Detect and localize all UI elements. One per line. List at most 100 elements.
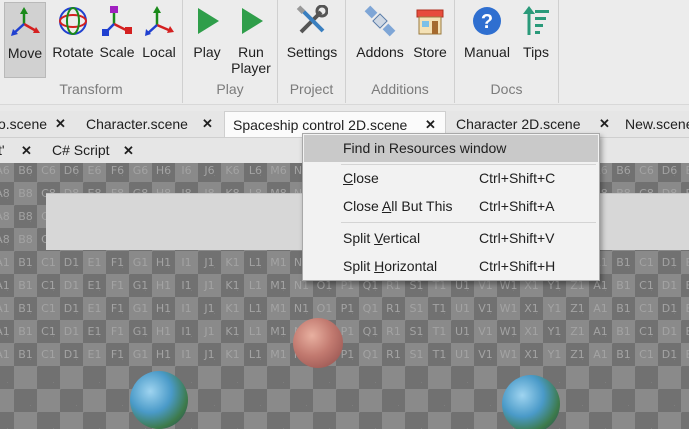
grid-cell-label: U1: [454, 302, 471, 315]
grid-cell-label: C1: [639, 279, 654, 292]
addons-button[interactable]: Addons: [352, 2, 408, 78]
tab-character-scene[interactable]: Character.scene ✕: [86, 111, 226, 137]
grid-cell-label: B1: [616, 256, 631, 269]
grid-cell-label: B6: [18, 164, 33, 177]
local-button[interactable]: Local: [138, 2, 180, 78]
grid-cell-label: V1: [478, 348, 493, 361]
play-label: Play: [193, 44, 221, 60]
grid-cell-label: K6: [225, 164, 240, 177]
store-button[interactable]: Store: [410, 2, 450, 78]
tab-context-menu: Find in Resources window Close Ctrl+Shif…: [302, 133, 600, 281]
shortcut-text: Ctrl+Shift+V: [479, 230, 555, 246]
tips-icon: [523, 6, 549, 35]
grid-cell-label: C1: [639, 302, 654, 315]
tab-o-scene[interactable]: o.scene ✕: [0, 111, 74, 137]
docs-group-label: Docs: [490, 81, 523, 97]
grid-cell-label: B1: [18, 279, 33, 292]
menu-item-label: Close All But This: [343, 198, 453, 214]
grid-cell-label: R1: [386, 348, 401, 361]
grid-cell-label: A1: [0, 256, 10, 269]
settings-button[interactable]: Settings: [282, 2, 342, 78]
grid-cell-label: O1: [316, 302, 333, 315]
transform-group-label: Transform: [59, 81, 123, 97]
grid-cell-label: G1: [132, 256, 149, 269]
tab-script-partial[interactable]: t' ✕: [0, 138, 42, 163]
grid-cell-label: Z1: [570, 348, 585, 361]
grid-cell-label: W1: [499, 325, 518, 338]
close-icon[interactable]: ✕: [599, 111, 610, 137]
project-group: Settings Project: [278, 0, 346, 103]
tips-button[interactable]: Tips: [517, 2, 555, 78]
rotate-gizmo-icon: [59, 7, 87, 35]
grid-cell-label: B8: [18, 187, 33, 200]
grid-cell-label: E1: [685, 302, 689, 315]
move-button[interactable]: Move: [4, 2, 46, 78]
menu-item-split-horizontal[interactable]: Split Horizontal Ctrl+Shift+H: [304, 253, 598, 280]
menu-item-close-all-but-this[interactable]: Close All But This Ctrl+Shift+A: [304, 193, 598, 220]
grid-cell-label: A1: [0, 325, 10, 338]
tab-csharp-script[interactable]: C# Script ✕: [52, 138, 142, 163]
grid-cell-label: L1: [248, 279, 263, 292]
red-planet[interactable]: [293, 318, 343, 368]
grid-cell-label: A1: [593, 302, 608, 315]
grid-cell-label: B1: [18, 348, 33, 361]
additions-group: Addons Store Additions: [346, 0, 455, 103]
grid-cell-label: C1: [41, 279, 56, 292]
menu-item-label: Find in Resources window: [343, 140, 507, 156]
grid-cell-label: I1: [181, 325, 192, 338]
grid-cell-label: L1: [248, 256, 263, 269]
grid-cell-label: B8: [18, 233, 33, 246]
menu-item-find-in-resources[interactable]: Find in Resources window: [304, 135, 598, 162]
scale-button[interactable]: Scale: [97, 2, 137, 78]
grid-cell-label: T1: [432, 302, 447, 315]
addons-label: Addons: [356, 44, 404, 60]
grid-cell-label: C6: [41, 164, 56, 177]
grid-cell-label: B1: [616, 325, 631, 338]
close-icon[interactable]: ✕: [55, 111, 66, 137]
play-button[interactable]: Play: [189, 2, 225, 78]
grid-cell-label: U1: [454, 325, 471, 338]
grid-cell-label: H1: [155, 325, 172, 338]
grid-cell-label: X1: [524, 348, 539, 361]
grid-cell-label: B8: [18, 210, 33, 223]
menu-item-close[interactable]: Close Ctrl+Shift+C: [304, 165, 598, 192]
grid-cell-label: M6: [270, 164, 287, 177]
grid-cell-label: Z1: [570, 325, 585, 338]
grid-cell-label: B1: [616, 279, 631, 292]
run-player-button[interactable]: Run Player: [227, 2, 275, 78]
settings-label: Settings: [286, 44, 338, 60]
grid-cell-label: F1: [110, 348, 125, 361]
tab-new-scene[interactable]: New.scene: [625, 111, 689, 137]
grid-cell-label: G1: [132, 325, 149, 338]
menu-item-split-vertical[interactable]: Split Vertical Ctrl+Shift+V: [304, 225, 598, 252]
grid-cell-label: D6: [63, 164, 80, 177]
grid-cell-label: A1: [0, 302, 10, 315]
rotate-button[interactable]: Rotate: [49, 2, 97, 78]
close-icon[interactable]: ✕: [202, 111, 213, 137]
grid-cell-label: B1: [18, 302, 33, 315]
grid-cell-label: M1: [270, 325, 287, 338]
grid-cell-label: J6: [204, 164, 215, 177]
grid-cell-label: V1: [478, 302, 493, 315]
grid-cell-label: T1: [432, 325, 447, 338]
earth-planet[interactable]: [130, 371, 188, 429]
grid-cell-label: K1: [225, 325, 240, 338]
grid-cell-label: D1: [63, 348, 80, 361]
run-player-label: Run Player: [231, 44, 271, 76]
grid-cell-label: L1: [248, 302, 263, 315]
tab-label: t': [0, 142, 5, 158]
close-icon[interactable]: ✕: [21, 138, 32, 163]
grid-cell-label: W1: [499, 348, 518, 361]
manual-button[interactable]: ? Manual: [460, 2, 514, 78]
grid-cell-label: E1: [685, 325, 689, 338]
grid-cell-label: E1: [87, 256, 102, 269]
grid-cell-label: M1: [270, 348, 287, 361]
grid-cell-label: Y1: [547, 302, 562, 315]
close-icon[interactable]: ✕: [123, 138, 134, 163]
grid-cell-label: E1: [87, 279, 102, 292]
shortcut-text: Ctrl+Shift+C: [479, 170, 556, 186]
help-icon: ?: [473, 7, 501, 35]
shortcut-text: Ctrl+Shift+A: [479, 198, 555, 214]
svg-text:?: ?: [481, 11, 493, 33]
earth-planet[interactable]: [502, 375, 560, 429]
